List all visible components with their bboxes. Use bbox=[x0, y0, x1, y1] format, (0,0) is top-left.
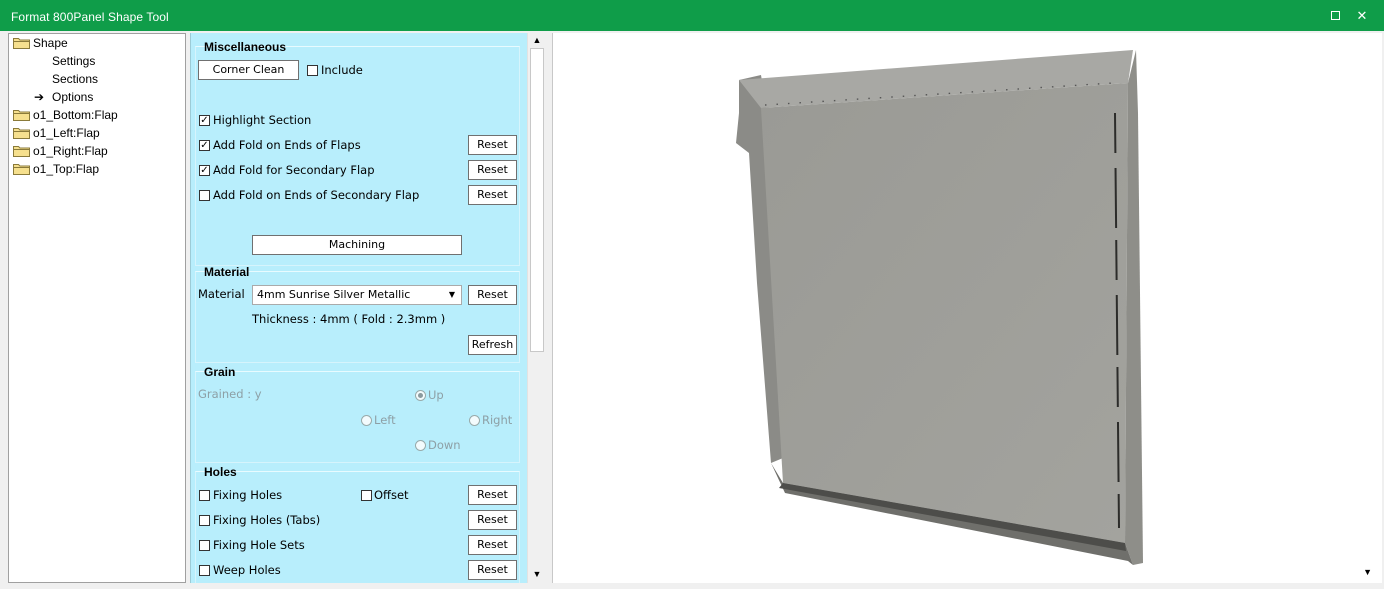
panel-face bbox=[761, 83, 1128, 543]
grain-down-label: Down bbox=[428, 438, 461, 452]
options-panel: Miscellaneous Corner Clean Include ✓ Hig… bbox=[190, 33, 527, 583]
tree-node-label: Sections bbox=[52, 72, 99, 86]
fixing-holes-tabs-label: Fixing Holes (Tabs) bbox=[213, 513, 321, 527]
grain-up-label: Up bbox=[428, 388, 444, 402]
fixing-holes-tabs-checkbox[interactable] bbox=[199, 515, 210, 526]
folder-icon bbox=[13, 146, 30, 157]
maximize-button[interactable] bbox=[1325, 6, 1345, 26]
window-title: Format 800Panel Shape Tool bbox=[11, 10, 169, 24]
close-icon: ✕ bbox=[1356, 8, 1368, 23]
fixing-hole-sets-checkbox[interactable] bbox=[199, 540, 210, 551]
fixing-holes-checkbox[interactable] bbox=[199, 490, 210, 501]
offset-label: Offset bbox=[374, 488, 409, 502]
tree-node-label: o1_Left:Flap bbox=[33, 126, 100, 140]
grain-left-label: Left bbox=[374, 413, 396, 427]
folder-icon bbox=[13, 164, 30, 175]
holes-title: Holes bbox=[204, 465, 237, 479]
grain-left-radio[interactable] bbox=[361, 415, 372, 426]
reset-button[interactable]: Reset bbox=[468, 510, 517, 530]
grained-label: Grained : y bbox=[198, 387, 262, 401]
tree-node-right-flap[interactable]: o1_Right:Flap bbox=[13, 142, 108, 160]
thickness-label: Thickness : 4mm ( Fold : 2.3mm ) bbox=[252, 312, 446, 326]
tree-node-top-flap[interactable]: o1_Top:Flap bbox=[13, 160, 99, 178]
tree-node-sections[interactable]: Sections bbox=[52, 70, 98, 88]
chevron-down-icon[interactable]: ▼ bbox=[1363, 567, 1372, 577]
grain-down-radio[interactable] bbox=[415, 440, 426, 451]
fold-ends-secondary-checkbox[interactable] bbox=[199, 190, 210, 201]
material-select[interactable]: 4mm Sunrise Silver Metallic ▼ bbox=[252, 285, 462, 305]
3d-viewport[interactable]: ▼ bbox=[552, 33, 1382, 583]
options-scrollbar[interactable]: ▲ ▼ bbox=[527, 33, 545, 583]
tree-node-label: o1_Top:Flap bbox=[33, 162, 100, 176]
weep-holes-checkbox[interactable] bbox=[199, 565, 210, 576]
tree-node-left-flap[interactable]: o1_Left:Flap bbox=[13, 124, 100, 142]
reset-button[interactable]: Reset bbox=[468, 185, 517, 205]
grain-right-radio[interactable] bbox=[469, 415, 480, 426]
tree-node-settings[interactable]: Settings bbox=[52, 52, 95, 70]
fold-secondary-label: Add Fold for Secondary Flap bbox=[213, 163, 375, 177]
scroll-thumb[interactable] bbox=[530, 48, 544, 352]
fold-secondary-checkbox[interactable]: ✓ bbox=[199, 165, 210, 176]
material-label: Material bbox=[198, 287, 245, 301]
reset-button[interactable]: Reset bbox=[468, 535, 517, 555]
highlight-section-checkbox[interactable]: ✓ bbox=[199, 115, 210, 126]
weep-holes-label: Weep Holes bbox=[213, 563, 281, 577]
scroll-down-icon[interactable]: ▼ bbox=[532, 569, 542, 579]
folder-icon bbox=[13, 128, 30, 139]
tree-node-label: o1_Bottom:Flap bbox=[33, 108, 118, 122]
fixing-hole-sets-label: Fixing Hole Sets bbox=[213, 538, 305, 552]
fold-ends-secondary-label: Add Fold on Ends of Secondary Flap bbox=[213, 188, 420, 202]
include-label: Include bbox=[321, 63, 363, 77]
machining-button[interactable]: Machining bbox=[252, 235, 462, 255]
close-button[interactable]: ✕ bbox=[1352, 6, 1372, 26]
maximize-icon bbox=[1330, 11, 1340, 20]
shape-tree: Shape Settings Sections ➔ Options o1_Bot… bbox=[8, 33, 186, 583]
fold-ends-flaps-checkbox[interactable]: ✓ bbox=[199, 140, 210, 151]
tree-node-label: Options bbox=[52, 90, 94, 104]
panel-3d-model bbox=[736, 50, 1143, 565]
highlight-section-label: Highlight Section bbox=[213, 113, 312, 127]
chevron-down-icon: ▼ bbox=[448, 290, 455, 299]
tree-node-label: Shape bbox=[33, 36, 68, 50]
material-title: Material bbox=[204, 265, 250, 279]
tree-node-bottom-flap[interactable]: o1_Bottom:Flap bbox=[13, 106, 118, 124]
folder-icon bbox=[13, 38, 30, 49]
reset-button[interactable]: Reset bbox=[468, 560, 517, 580]
folder-icon bbox=[13, 110, 30, 121]
material-select-value: 4mm Sunrise Silver Metallic bbox=[257, 288, 411, 301]
reset-button[interactable]: Reset bbox=[468, 485, 517, 505]
reset-button[interactable]: Reset bbox=[468, 285, 517, 305]
offset-checkbox[interactable] bbox=[361, 490, 372, 501]
scroll-up-icon[interactable]: ▲ bbox=[532, 35, 542, 45]
misc-title: Miscellaneous bbox=[204, 40, 287, 54]
refresh-button[interactable]: Refresh bbox=[468, 335, 517, 355]
corner-clean-button[interactable]: Corner Clean bbox=[198, 60, 299, 80]
title-bar: Format 800Panel Shape Tool ✕ bbox=[0, 0, 1384, 31]
include-checkbox[interactable] bbox=[307, 65, 318, 76]
arrow-right-icon: ➔ bbox=[34, 90, 45, 104]
fixing-holes-label: Fixing Holes bbox=[213, 488, 283, 502]
grain-up-radio[interactable] bbox=[415, 390, 426, 401]
reset-button[interactable]: Reset bbox=[468, 135, 517, 155]
tree-node-label: o1_Right:Flap bbox=[33, 144, 108, 158]
grain-right-label: Right bbox=[482, 413, 513, 427]
grain-title: Grain bbox=[204, 365, 236, 379]
reset-button[interactable]: Reset bbox=[468, 160, 517, 180]
fold-ends-flaps-label: Add Fold on Ends of Flaps bbox=[213, 138, 361, 152]
tree-node-shape[interactable]: Shape bbox=[13, 34, 68, 52]
tree-node-label: Settings bbox=[52, 54, 96, 68]
tree-node-options[interactable]: ➔ Options bbox=[34, 88, 93, 106]
